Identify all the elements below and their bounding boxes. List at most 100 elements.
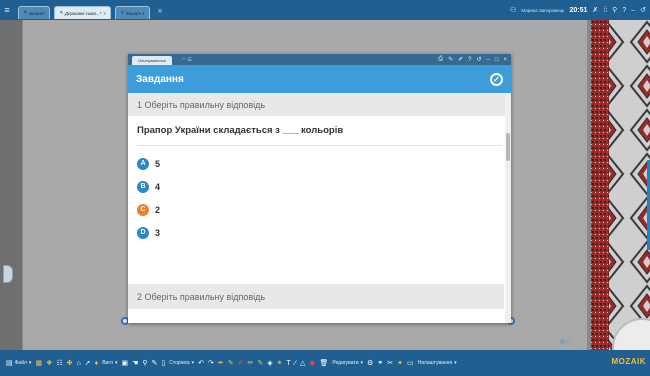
option-a[interactable]: A 5: [137, 152, 502, 175]
edit-menu[interactable]: Редагувати ▾: [332, 360, 363, 366]
eraser-icon[interactable]: ◉: [309, 359, 315, 367]
close-icon[interactable]: ×: [503, 57, 507, 63]
view-menu-label: Вигл: [102, 360, 113, 366]
help-icon[interactable]: ?: [468, 57, 471, 63]
magic-icon[interactable]: ✴: [277, 359, 283, 367]
scrollbar-thumb[interactable]: [506, 133, 510, 161]
option-text: 3: [155, 227, 161, 238]
pen-icon[interactable]: ✎: [228, 359, 234, 367]
edit-icon[interactable]: ✎: [152, 359, 158, 367]
tab-notebook-1[interactable]: ✎ Зошит 1: [115, 6, 150, 19]
tools-icon[interactable]: ✎: [448, 56, 453, 63]
text-icon[interactable]: T: [287, 360, 291, 367]
pen-icon[interactable]: ✐: [458, 56, 463, 63]
option-text: 2: [155, 204, 161, 215]
dialog-title: Завдання: [136, 73, 184, 85]
cursor-icon[interactable]: ➚: [85, 359, 91, 367]
dialog-titlebar[interactable]: Опитувальник ◠ ☰ ⎙ ✎ ✐ ? ↺ – □ ×: [128, 54, 511, 65]
brush-icon[interactable]: ✏: [248, 359, 254, 367]
gear-icon[interactable]: ⚙: [367, 359, 373, 367]
option-letter-badge: D: [137, 226, 149, 239]
search-icon[interactable]: ⚲: [612, 6, 617, 14]
dialog-tab[interactable]: Опитувальник: [132, 56, 172, 65]
page-menu[interactable]: Сторінка ▾: [169, 360, 194, 366]
trash-icon[interactable]: 🗑: [319, 359, 328, 367]
grid-icon[interactable]: ▦: [35, 359, 42, 367]
top-bar: ≡ ✎ зошит* ✎ Державні симв...* × ✎ Зошит…: [0, 0, 650, 20]
people-icon[interactable]: ⚇: [510, 6, 516, 14]
option-letter-badge: B: [137, 180, 149, 193]
tools-icon[interactable]: ✗: [592, 6, 598, 14]
attach-icon[interactable]: ✂: [387, 359, 393, 367]
help-icon[interactable]: ?: [622, 7, 626, 14]
chevron-down-icon: ▾: [114, 360, 118, 366]
page-icon[interactable]: ▣: [121, 359, 128, 367]
pencil-icon: ✎: [120, 10, 124, 15]
chevron-down-icon: ▾: [454, 360, 457, 366]
close-tab-icon[interactable]: ×: [103, 11, 106, 16]
option-text: 5: [155, 158, 161, 169]
star-icon[interactable]: ✦: [397, 359, 403, 367]
link-icon[interactable]: ⚭: [377, 359, 383, 367]
option-d[interactable]: D 3: [137, 221, 502, 244]
maximize-icon[interactable]: □: [495, 57, 499, 63]
refresh-icon[interactable]: ↺: [476, 56, 481, 63]
tab-label: зошит*: [28, 10, 46, 16]
view-menu[interactable]: Вигл ▾: [102, 360, 117, 366]
dialog-header: Завдання ✓: [128, 65, 511, 93]
minimize-icon[interactable]: –: [487, 57, 490, 63]
wifi-icon: ◠ ☰: [181, 56, 192, 63]
building-icon[interactable]: ⌂: [77, 360, 81, 367]
chevron-down-icon: ▾: [191, 360, 195, 366]
tab-label: Державні симв...*: [64, 10, 102, 16]
settings-menu-label: Налаштування: [417, 360, 453, 366]
puzzle-icon[interactable]: ✤: [67, 359, 73, 367]
pen-yellow-icon[interactable]: ✒: [218, 359, 224, 367]
zoom-icon[interactable]: ⚲: [142, 359, 147, 367]
clock-time: 20:51: [569, 6, 588, 14]
file-menu[interactable]: ▤ Файл ▾: [6, 359, 31, 367]
minimize-icon[interactable]: –: [631, 7, 635, 14]
shape-icon[interactable]: △: [300, 359, 305, 367]
page-menu-label: Сторінка: [169, 360, 190, 366]
line-icon[interactable]: ∕: [295, 360, 296, 367]
embroidery-ornament: [587, 20, 650, 350]
bottom-toolbar: ▤ Файл ▾ ▦ ❖ ☷ ✤ ⌂ ➚ ♦ Вигл ▾ ▣ ☚ ⚲ ✎ ▯ Сто…: [0, 350, 650, 376]
tab-notebook[interactable]: ✎ зошит*: [18, 6, 51, 19]
fill-icon[interactable]: ◈: [267, 359, 272, 367]
settings-menu[interactable]: Налаштування ▾: [418, 360, 457, 366]
question-heading: 2 Оберіть правильну відповідь: [128, 284, 504, 309]
shapes-icon[interactable]: ❖: [46, 359, 52, 367]
option-text: 4: [155, 181, 161, 192]
dialog-tab-label: Опитувальник: [138, 58, 166, 63]
print-icon[interactable]: ⎙: [438, 56, 443, 63]
question-text: Прапор України складається з ___ кольорі…: [137, 116, 502, 146]
hand-icon[interactable]: ☚: [132, 359, 138, 367]
bulb-icon[interactable]: ♦: [95, 360, 99, 367]
redo-icon[interactable]: ↷: [208, 359, 214, 367]
file-menu-label: Файл: [14, 360, 27, 366]
list-icon[interactable]: ☷: [56, 359, 62, 367]
undo-icon[interactable]: ↶: [198, 359, 204, 367]
highlighter-icon[interactable]: ✎: [257, 359, 263, 367]
tab-label: Зошит 1: [125, 10, 145, 16]
chevron-down-icon: ▾: [360, 360, 364, 366]
left-panel-handle[interactable]: [3, 265, 13, 283]
option-c[interactable]: C 2: [137, 198, 502, 221]
option-b[interactable]: B 4: [137, 175, 502, 198]
check-circle-icon[interactable]: ✓: [490, 72, 503, 86]
refresh-icon[interactable]: ↺: [640, 6, 646, 14]
screen-icon[interactable]: ▭: [407, 359, 414, 367]
edit-menu-label: Редагувати: [332, 360, 359, 366]
menu-icon[interactable]: ≡: [0, 0, 14, 20]
grid-icon[interactable]: ⁞⁞: [603, 7, 607, 14]
navigation-arrows-icon[interactable]: ◆◇: [559, 336, 573, 347]
option-letter-badge: A: [137, 157, 149, 170]
tab-state-symbols[interactable]: ✎ Державні симв...* ×: [54, 6, 111, 19]
marker-icon[interactable]: ✐: [238, 359, 244, 367]
answer-options: A 5 B 4 C 2 D 3: [137, 152, 502, 244]
doc-icon[interactable]: ▯: [161, 359, 165, 367]
scrollbar[interactable]: [505, 93, 511, 323]
user-name: Марина Запорожець: [521, 7, 565, 13]
more-tabs-icon[interactable]: »: [158, 6, 162, 15]
